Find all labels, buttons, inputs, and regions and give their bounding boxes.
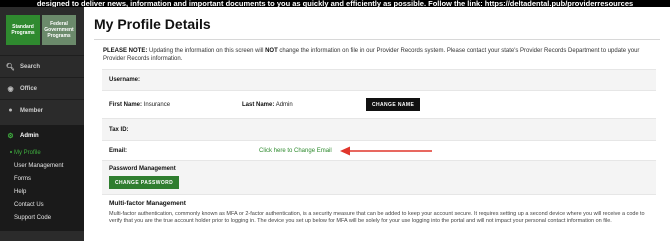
last-name-field: Last Name: Admin [242,102,366,108]
top-banner: designed to deliver news, information an… [0,0,670,7]
tax-id-label: Tax ID: [109,126,129,133]
last-name-value: Admin [275,101,293,108]
mfa-description: Multi-factor authentication, commonly kn… [109,211,645,224]
sidebar-item-label: Office [20,85,38,92]
tab-federal-government-programs[interactable]: Federal Government Programs [42,15,76,45]
bullet-icon [10,151,12,154]
profile-form: Username: First Name: Insurance Last Nam… [102,69,656,225]
change-email-link[interactable]: Click here to Change Email [259,148,332,154]
first-name-field: First Name: Insurance [109,102,242,108]
notice-prefix: PLEASE NOTE: [103,48,148,54]
submenu-item-my-profile[interactable]: My Profile [0,147,84,160]
sidebar: Standard Programs Federal Government Pro… [0,7,84,241]
program-tabs: Standard Programs Federal Government Pro… [0,7,84,45]
main-content: My Profile Details PLEASE NOTE: Updating… [94,7,660,225]
gear-icon: ⚙ [7,133,14,140]
username-label: Username: [109,77,141,83]
page-title: My Profile Details [94,16,211,32]
mfa-heading: Multi-factor Management [109,200,186,207]
admin-submenu: My Profile User Management Forms Help Co… [0,147,84,231]
submenu-item-label: My Profile [14,150,41,156]
tab-standard-programs[interactable]: Standard Programs [6,15,40,45]
first-name-value: Insurance [143,101,171,108]
change-name-button[interactable]: CHANGE NAME [366,98,421,111]
username-row: Username: [102,69,656,90]
submenu-item-support-code[interactable]: Support Code [0,212,84,225]
title-divider [94,39,660,40]
office-icon: ◉ [7,85,14,93]
sidebar-item-admin[interactable]: ⚙ Admin [0,125,84,147]
name-row: First Name: Insurance Last Name: Admin C… [102,90,656,118]
sidebar-nav: 🔍︎ Search ◉ Office ● Member ⚙ Admin My P… [0,55,84,231]
sidebar-item-member[interactable]: ● Member [0,99,84,121]
update-notice: PLEASE NOTE: Updating the information on… [103,48,655,63]
sidebar-item-search[interactable]: 🔍︎ Search [0,55,84,77]
sidebar-item-label: Admin [20,133,39,139]
email-label: Email: [109,147,128,154]
tax-id-row: Tax ID: [102,118,656,140]
password-section: Password Management CHANGE PASSWORD [102,160,656,194]
sidebar-item-office[interactable]: ◉ Office [0,77,84,99]
notice-emphasis: NOT [265,48,278,54]
member-icon: ● [8,107,13,114]
sidebar-item-label: Member [20,107,44,114]
submenu-item-forms[interactable]: Forms [0,173,84,186]
notice-text-1: Updating the information on this screen … [147,48,266,54]
arrow-annotation-icon [339,146,432,155]
mfa-section: Multi-factor Management Multi-factor aut… [102,194,656,225]
email-row: Email: Click here to Change Email [102,140,656,160]
password-heading: Password Management [109,166,176,172]
submenu-item-user-management[interactable]: User Management [0,160,84,173]
submenu-item-contact-us[interactable]: Contact Us [0,199,84,212]
change-password-button[interactable]: CHANGE PASSWORD [109,176,180,189]
sidebar-item-label: Search [20,63,41,70]
search-icon: 🔍︎ [6,63,15,71]
submenu-item-help[interactable]: Help [0,186,84,199]
last-name-label: Last Name: [242,101,275,108]
first-name-label: First Name: [109,101,143,108]
